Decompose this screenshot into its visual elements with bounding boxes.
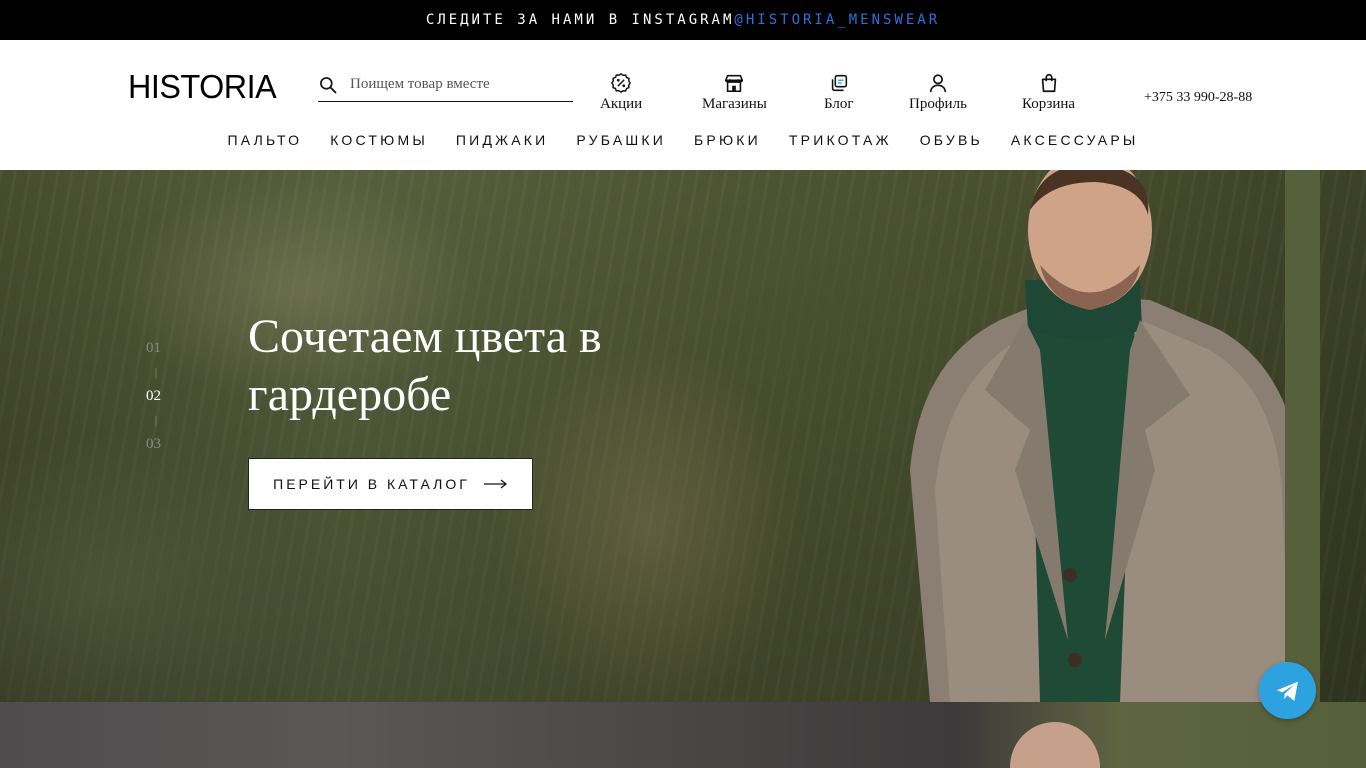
category-menu: ПАЛЬТО КОСТЮМЫ ПИДЖАКИ РУБАШКИ БРЮКИ ТРИ… <box>0 132 1366 148</box>
next-banner-model-image <box>1010 722 1100 768</box>
announcement-bar: СЛЕДИТЕ ЗА НАМИ В INSTAGRAM @HISTORIA_MEN… <box>0 0 1366 40</box>
stores-link[interactable]: Магазины <box>702 72 767 113</box>
blog-label: Блог <box>824 96 854 112</box>
menu-item-shoes[interactable]: ОБУВЬ <box>920 132 983 148</box>
profile-link[interactable]: Профиль <box>909 72 967 113</box>
telegram-chat-button[interactable] <box>1259 662 1316 719</box>
percent-badge-icon <box>611 72 632 94</box>
menu-item-jackets[interactable]: ПИДЖАКИ <box>456 132 549 148</box>
hero-banner: 01 | 02 | 03 Сочетаем цвета в гардеробе … <box>0 170 1366 702</box>
pager-divider: | <box>154 413 158 427</box>
arrow-right-icon <box>483 479 507 489</box>
menu-item-accessories[interactable]: АКСЕССУАРЫ <box>1011 132 1139 148</box>
bag-icon <box>1041 73 1056 93</box>
next-banner-preview <box>0 702 1366 768</box>
site-header: HISTORIA Акции Магазины Бло <box>0 40 1366 170</box>
instagram-link[interactable]: @HISTORIA_MENSWEAR <box>734 12 940 28</box>
catalog-button-label: ПЕРЕЙТИ В КАТАЛОГ <box>273 476 470 492</box>
cart-link[interactable]: Корзина <box>1022 72 1075 113</box>
stores-label: Магазины <box>702 96 767 112</box>
slide-indicator-2[interactable]: 02 <box>146 384 166 408</box>
instagram-prompt: СЛЕДИТЕ ЗА НАМИ В INSTAGRAM <box>425 12 735 28</box>
telegram-icon <box>1276 681 1298 701</box>
phone-number[interactable]: +375 33 990-28-88 <box>1144 90 1252 106</box>
blog-icon <box>831 74 847 92</box>
menu-item-trousers[interactable]: БРЮКИ <box>694 132 761 148</box>
menu-item-coats[interactable]: ПАЛЬТО <box>228 132 303 148</box>
menu-item-shirts[interactable]: РУБАШКИ <box>576 132 666 148</box>
hero-title: Сочетаем цвета в гардеробе <box>248 310 602 421</box>
slide-pager: 01 | 02 | 03 <box>146 336 166 456</box>
hero-model-image <box>910 170 1320 702</box>
cart-label: Корзина <box>1022 96 1076 112</box>
search-bar <box>318 68 573 102</box>
user-icon <box>929 74 947 93</box>
logo[interactable]: HISTORIA <box>128 68 277 106</box>
promo-link[interactable]: Акции <box>600 72 642 113</box>
store-icon <box>725 74 744 93</box>
menu-item-knitwear[interactable]: ТРИКОТАЖ <box>789 132 892 148</box>
slide-indicator-1[interactable]: 01 <box>146 336 166 360</box>
search-input[interactable] <box>350 76 560 93</box>
promo-label: Акции <box>600 96 643 112</box>
pager-divider: | <box>154 365 158 379</box>
profile-label: Профиль <box>909 96 967 112</box>
menu-item-suits[interactable]: КОСТЮМЫ <box>330 132 428 148</box>
blog-link[interactable]: Блог <box>824 72 854 113</box>
slide-indicator-3[interactable]: 03 <box>146 432 166 456</box>
go-to-catalog-button[interactable]: ПЕРЕЙТИ В КАТАЛОГ <box>248 458 533 510</box>
search-icon[interactable] <box>318 75 338 95</box>
